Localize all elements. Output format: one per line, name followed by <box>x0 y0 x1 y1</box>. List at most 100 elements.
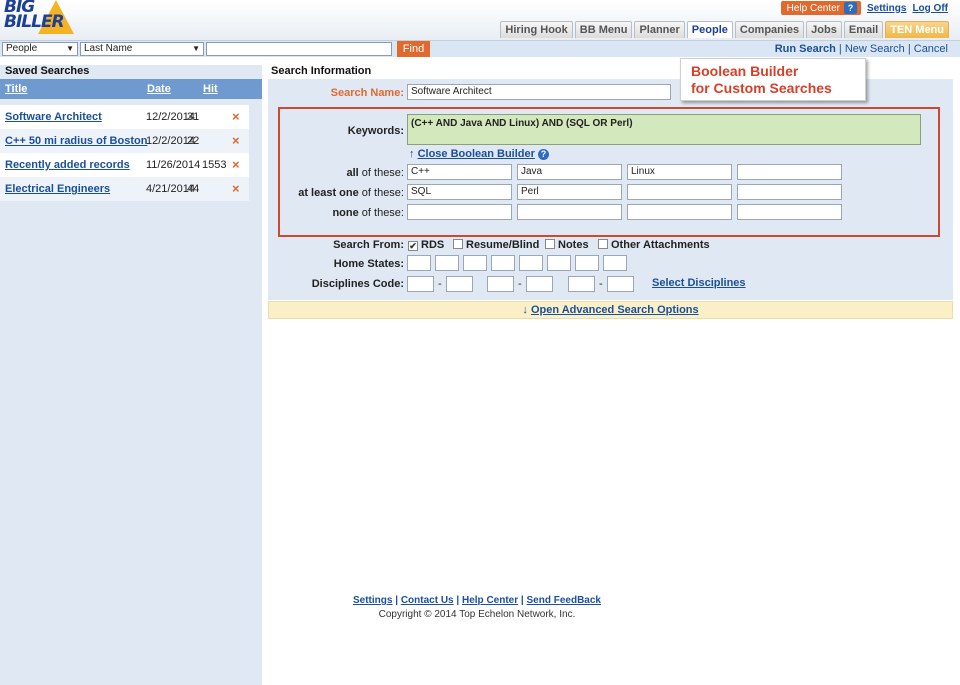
discipline-code-input[interactable] <box>487 276 514 292</box>
category-select[interactable]: People ▼ <box>2 42 78 56</box>
tab-email[interactable]: Email <box>843 21 884 38</box>
delete-icon[interactable]: × <box>232 181 240 196</box>
tab-ten-menu[interactable]: TEN Menu <box>885 21 949 38</box>
saved-search-date: 11/26/2014 <box>146 159 201 171</box>
none-term-2[interactable] <box>517 204 622 220</box>
close-boolean-builder-link[interactable]: Close Boolean Builder <box>418 148 535 160</box>
saved-search-row: C++ 50 mi radius of Boston 12/2/2014 22 … <box>0 129 249 153</box>
search-from-label: Search From: <box>333 239 404 251</box>
settings-link[interactable]: Settings <box>867 3 906 14</box>
checkbox-icon[interactable] <box>545 239 555 249</box>
search-information-title: Search Information <box>271 65 372 77</box>
main-tabs: Hiring Hook BB Menu Planner People Compa… <box>500 21 949 38</box>
home-states-label: Home States: <box>333 258 404 270</box>
help-question-icon: ? <box>844 2 857 14</box>
saved-searches-title: Saved Searches <box>5 65 90 77</box>
at-least-one-label: at least one of these: <box>298 187 404 199</box>
tab-bb-menu[interactable]: BB Menu <box>574 21 633 38</box>
close-boolean-builder[interactable]: ↑ Close Boolean Builder ? <box>409 148 549 160</box>
bigbiller-logo[interactable]: BIG BILLER <box>4 0 74 38</box>
log-off-link[interactable]: Log Off <box>912 3 948 14</box>
help-question-icon[interactable]: ? <box>537 149 549 160</box>
footer-help-center-link[interactable]: Help Center <box>462 595 518 606</box>
home-state-input[interactable] <box>547 255 571 271</box>
discipline-code-input[interactable] <box>446 276 473 292</box>
home-state-input[interactable] <box>491 255 515 271</box>
run-search-link[interactable]: Run Search <box>775 43 836 55</box>
all-term-4[interactable] <box>737 164 842 180</box>
tab-planner[interactable]: Planner <box>634 21 685 38</box>
none-term-4[interactable] <box>737 204 842 220</box>
none-of-these-label: none of these: <box>332 207 404 219</box>
category-select-value: People <box>6 43 38 54</box>
column-title[interactable]: Title <box>5 83 27 95</box>
source-notes[interactable]: Notes <box>545 239 589 251</box>
top-links: Help Center ? Settings Log Off <box>780 1 948 15</box>
source-other-attachments[interactable]: Other Attachments <box>598 239 710 251</box>
none-term-3[interactable] <box>627 204 732 220</box>
none-term-1[interactable] <box>407 204 512 220</box>
saved-search-title-link[interactable]: Electrical Engineers <box>5 183 110 195</box>
new-search-link[interactable]: New Search <box>845 43 905 55</box>
home-state-input[interactable] <box>407 255 431 271</box>
checkbox-icon[interactable] <box>598 239 608 249</box>
tab-companies[interactable]: Companies <box>734 21 805 38</box>
any-term-2[interactable]: Perl <box>517 184 622 200</box>
callout-line2: for Custom Searches <box>691 80 832 96</box>
all-term-2[interactable]: Java <box>517 164 622 180</box>
tab-jobs[interactable]: Jobs <box>806 21 842 38</box>
discipline-code-input[interactable] <box>568 276 595 292</box>
tab-people[interactable]: People <box>686 21 733 38</box>
saved-search-title-link[interactable]: Software Architect <box>5 111 102 123</box>
all-term-1[interactable]: C++ <box>407 164 512 180</box>
footer-settings-link[interactable]: Settings <box>353 595 392 606</box>
chevron-down-icon: ▼ <box>192 44 200 53</box>
saved-search-row: Recently added records 11/26/2014 1553 × <box>0 153 249 177</box>
keywords-textarea[interactable]: (C++ AND Java AND Linux) AND (SQL OR Per… <box>407 114 921 145</box>
find-button[interactable]: Find <box>397 41 430 57</box>
any-term-3[interactable] <box>627 184 732 200</box>
help-center-button[interactable]: Help Center ? <box>780 1 861 15</box>
delete-icon[interactable]: × <box>232 133 240 148</box>
keywords-label: Keywords: <box>347 125 404 137</box>
open-advanced-options-link[interactable]: Open Advanced Search Options <box>531 304 699 316</box>
field-select[interactable]: Last Name ▼ <box>80 42 204 56</box>
app-header: BIG BILLER Help Center ? Settings Log Of… <box>0 0 960 40</box>
quick-search-input[interactable] <box>206 42 392 56</box>
home-state-input[interactable] <box>463 255 487 271</box>
footer-contact-us-link[interactable]: Contact Us <box>401 595 454 606</box>
saved-search-title-link[interactable]: Recently added records <box>5 159 130 171</box>
discipline-code-input[interactable] <box>407 276 434 292</box>
saved-searches-sidebar: Saved Searches Title Date Hit Software A… <box>0 65 262 685</box>
home-state-input[interactable] <box>603 255 627 271</box>
source-resume-blind[interactable]: Resume/Blind <box>453 239 539 251</box>
search-name-input[interactable]: Software Architect <box>407 84 671 100</box>
saved-search-title-link[interactable]: C++ 50 mi radius of Boston <box>5 135 147 147</box>
discipline-code-input[interactable] <box>607 276 634 292</box>
select-disciplines-link[interactable]: Select Disciplines <box>652 277 746 289</box>
all-term-3[interactable]: Linux <box>627 164 732 180</box>
run-search-links: Run Search | New Search | Cancel <box>774 43 948 55</box>
field-select-value: Last Name <box>84 43 133 54</box>
checkbox-checked-icon[interactable] <box>408 241 418 251</box>
column-hit[interactable]: Hit <box>203 83 218 95</box>
source-rds[interactable]: RDS <box>408 239 444 251</box>
footer-send-feedback-link[interactable]: Send FeedBack <box>527 595 601 606</box>
home-state-input[interactable] <box>519 255 543 271</box>
home-state-input[interactable] <box>435 255 459 271</box>
callout-line1: Boolean Builder <box>691 63 799 79</box>
advanced-options-bar[interactable]: ↓ Open Advanced Search Options <box>268 301 953 319</box>
delete-icon[interactable]: × <box>232 157 240 172</box>
logo-line2: BILLER <box>4 12 65 32</box>
home-state-input[interactable] <box>575 255 599 271</box>
column-date[interactable]: Date <box>147 83 171 95</box>
checkbox-icon[interactable] <box>453 239 463 249</box>
discipline-code-input[interactable] <box>526 276 553 292</box>
delete-icon[interactable]: × <box>232 109 240 124</box>
cancel-link[interactable]: Cancel <box>914 43 948 55</box>
saved-search-row: Software Architect 12/2/2014 31 × <box>0 105 249 129</box>
tab-hiring-hook[interactable]: Hiring Hook <box>500 21 573 38</box>
any-term-4[interactable] <box>737 184 842 200</box>
saved-searches-header: Title Date Hit <box>0 79 262 99</box>
any-term-1[interactable]: SQL <box>407 184 512 200</box>
